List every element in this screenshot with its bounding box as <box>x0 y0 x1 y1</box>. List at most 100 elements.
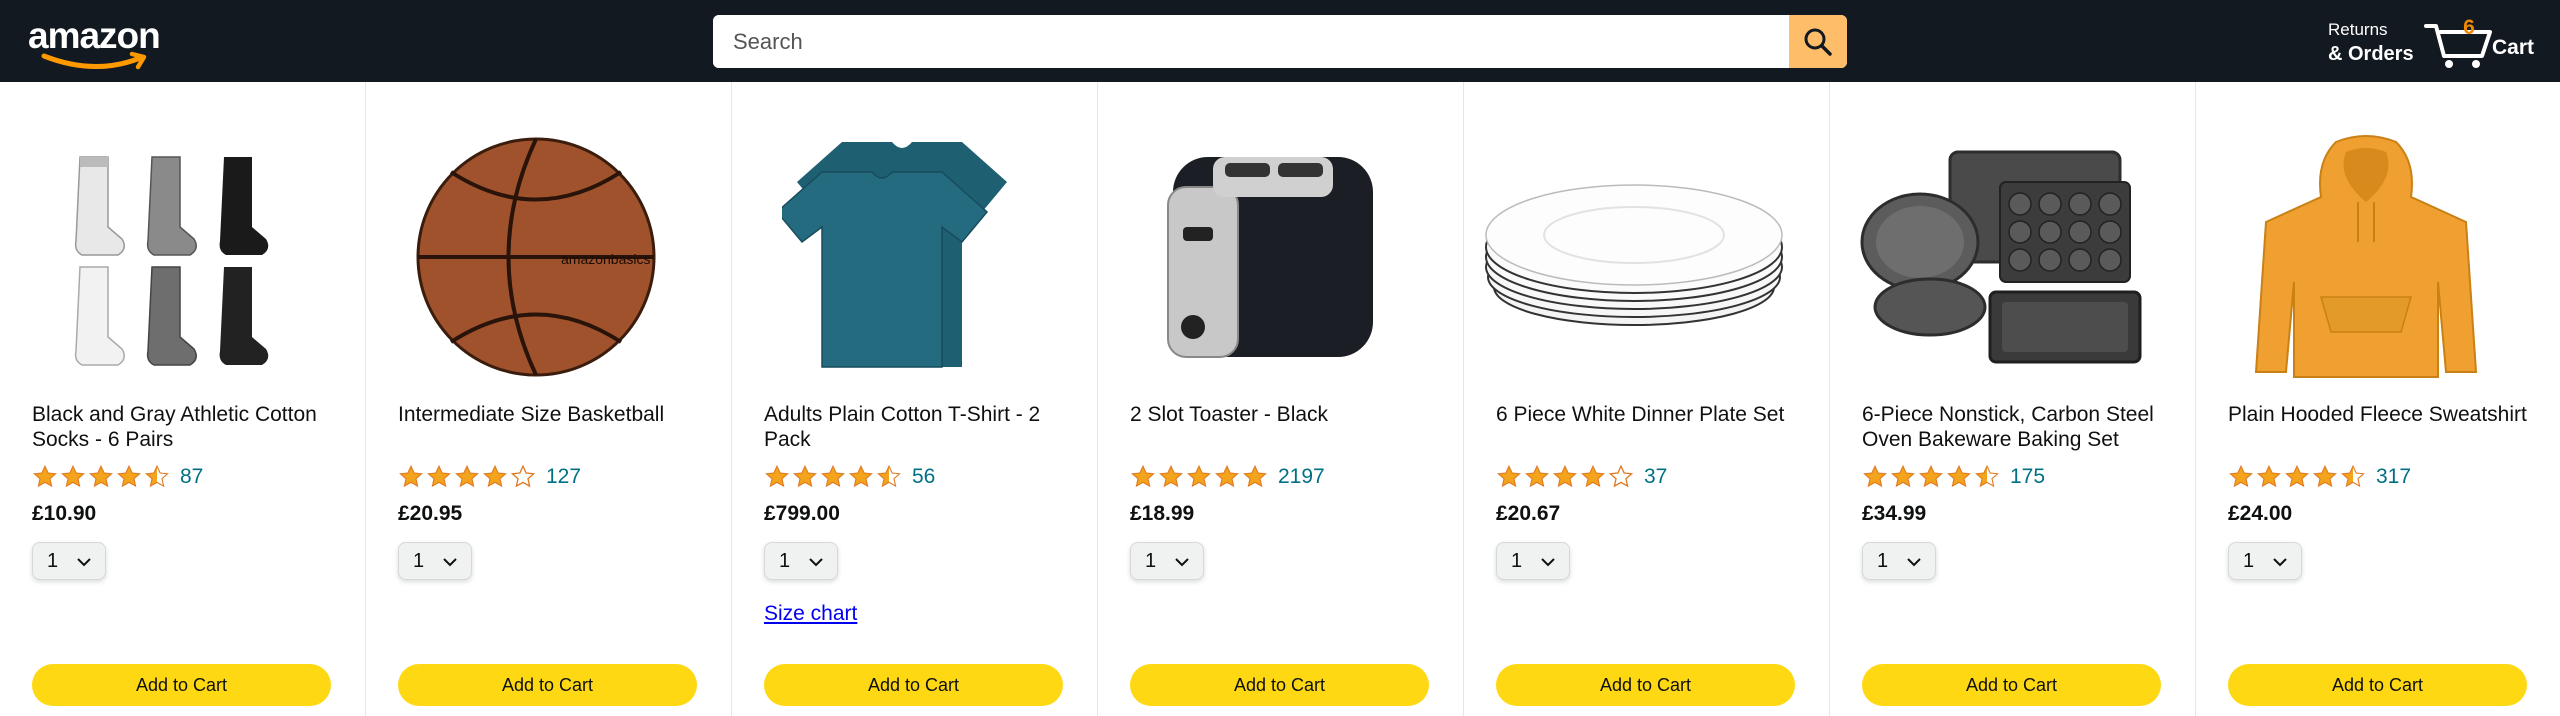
product-title[interactable]: 2 Slot Toaster - Black <box>1130 402 1440 427</box>
product-title[interactable]: 6 Piece White Dinner Plate Set <box>1496 402 1806 427</box>
chevron-down-icon <box>2273 558 2287 567</box>
search-bar <box>713 15 1847 68</box>
chevron-down-icon <box>443 558 457 567</box>
product-card: 2 Slot Toaster - Black 2197 £18.99 1 Add… <box>1098 82 1464 716</box>
star-half-icon <box>1975 464 1999 488</box>
star-full-icon <box>793 464 817 488</box>
rating-stars[interactable]: 317 <box>2228 462 2411 492</box>
quantity-select[interactable]: 1 <box>1130 542 1204 580</box>
chevron-down-icon <box>1541 558 1555 567</box>
chevron-down-icon <box>1907 558 1921 567</box>
review-count[interactable]: 37 <box>1644 465 1667 489</box>
review-count[interactable]: 56 <box>912 465 935 489</box>
quantity-select[interactable]: 1 <box>398 542 472 580</box>
search-input[interactable] <box>713 15 1789 68</box>
size-chart-link[interactable]: Size chart <box>764 602 857 626</box>
quantity-select[interactable]: 1 <box>32 542 106 580</box>
add-to-cart-button[interactable]: Add to Cart <box>1130 664 1429 706</box>
product-card: 6-Piece Nonstick, Carbon Steel Oven Bake… <box>1830 82 2196 716</box>
star-full-icon <box>1497 464 1521 488</box>
star-full-icon <box>1159 464 1183 488</box>
product-title[interactable]: Plain Hooded Fleece Sweatshirt <box>2228 402 2538 427</box>
product-price: £18.99 <box>1130 502 1195 525</box>
quantity-value: 1 <box>1145 550 1157 572</box>
rating-stars[interactable]: 87 <box>32 462 203 492</box>
quantity-select[interactable]: 1 <box>1496 542 1570 580</box>
quantity-select[interactable]: 1 <box>2228 542 2302 580</box>
add-to-cart-button[interactable]: Add to Cart <box>1496 664 1795 706</box>
socks-image <box>74 156 269 366</box>
star-full-icon <box>2285 464 2309 488</box>
plates-image <box>1485 184 1783 326</box>
chevron-down-icon <box>1175 558 1189 567</box>
product-title[interactable]: 6-Piece Nonstick, Carbon Steel Oven Bake… <box>1862 402 2172 452</box>
tshirt-image <box>782 142 1007 368</box>
amazon-logo[interactable]: amazon <box>28 14 168 70</box>
rating-stars[interactable]: 127 <box>398 462 581 492</box>
product-image-hoodie[interactable] <box>2216 132 2516 382</box>
star-full-icon <box>1863 464 1887 488</box>
orders-label: & Orders <box>2328 43 2414 65</box>
returns-and-orders-link[interactable]: Returns & Orders <box>2328 18 2414 66</box>
product-price: £10.90 <box>32 502 97 525</box>
star-full-icon <box>33 464 57 488</box>
rating-stars[interactable]: 56 <box>764 462 935 492</box>
cart-button[interactable]: 6 Cart <box>2424 14 2544 70</box>
star-full-icon <box>2257 464 2281 488</box>
star-full-icon <box>1243 464 1267 488</box>
product-image-toaster[interactable] <box>1118 132 1418 382</box>
returns-label: Returns <box>2328 20 2388 39</box>
add-to-cart-button[interactable]: Add to Cart <box>398 664 697 706</box>
review-count[interactable]: 175 <box>2010 465 2045 489</box>
search-button[interactable] <box>1789 15 1847 68</box>
add-to-cart-button[interactable]: Add to Cart <box>32 664 331 706</box>
review-count[interactable]: 317 <box>2376 465 2411 489</box>
review-count[interactable]: 87 <box>180 465 203 489</box>
star-full-icon <box>2229 464 2253 488</box>
product-image-tshirt[interactable] <box>752 132 1052 382</box>
product-card: Black and Gray Athletic Cotton Socks - 6… <box>0 82 366 716</box>
hoodie-image <box>2254 135 2478 378</box>
product-card: 6 Piece White Dinner Plate Set 37 £20.67… <box>1464 82 1830 716</box>
quantity-value: 1 <box>1511 550 1523 572</box>
star-full-icon <box>765 464 789 488</box>
cart-count-badge: 6 <box>2463 16 2475 39</box>
top-nav-bar: amazon Returns & Orders 6 Cart <box>0 0 2560 82</box>
review-count[interactable]: 2197 <box>1278 465 1325 489</box>
quantity-value: 1 <box>2243 550 2255 572</box>
star-full-icon <box>821 464 845 488</box>
search-icon <box>1804 28 1832 56</box>
product-price: £20.67 <box>1496 502 1561 525</box>
cart-label: Cart <box>2492 36 2535 59</box>
product-image-plates[interactable] <box>1484 132 1784 382</box>
quantity-select[interactable]: 1 <box>1862 542 1936 580</box>
chevron-down-icon <box>77 558 91 567</box>
star-full-icon <box>61 464 85 488</box>
add-to-cart-button[interactable]: Add to Cart <box>1862 664 2161 706</box>
rating-stars[interactable]: 37 <box>1496 462 1667 492</box>
add-to-cart-button[interactable]: Add to Cart <box>2228 664 2527 706</box>
star-full-icon <box>89 464 113 488</box>
add-to-cart-button[interactable]: Add to Cart <box>764 664 1063 706</box>
product-card: Plain Hooded Fleece Sweatshirt 317 £24.0… <box>2196 82 2560 716</box>
star-full-icon <box>1553 464 1577 488</box>
star-empty-icon <box>1608 464 1634 488</box>
star-full-icon <box>117 464 141 488</box>
rating-stars[interactable]: 2197 <box>1130 462 1325 492</box>
product-title[interactable]: Adults Plain Cotton T-Shirt - 2 Pack <box>764 402 1074 452</box>
quantity-value: 1 <box>47 550 59 572</box>
quantity-value: 1 <box>779 550 791 572</box>
star-full-icon <box>427 464 451 488</box>
product-title[interactable]: Black and Gray Athletic Cotton Socks - 6… <box>32 402 342 452</box>
rating-stars[interactable]: 175 <box>1862 462 2045 492</box>
product-grid: Black and Gray Athletic Cotton Socks - 6… <box>0 82 2560 716</box>
product-price: £34.99 <box>1862 502 1927 525</box>
product-image-socks[interactable] <box>20 132 320 382</box>
review-count[interactable]: 127 <box>546 465 581 489</box>
quantity-value: 1 <box>1877 550 1889 572</box>
product-image-basketball[interactable]: amazonbasics <box>386 132 686 382</box>
quantity-select[interactable]: 1 <box>764 542 838 580</box>
product-image-bakeware[interactable] <box>1850 132 2150 382</box>
product-title[interactable]: Intermediate Size Basketball <box>398 402 708 427</box>
star-full-icon <box>399 464 423 488</box>
